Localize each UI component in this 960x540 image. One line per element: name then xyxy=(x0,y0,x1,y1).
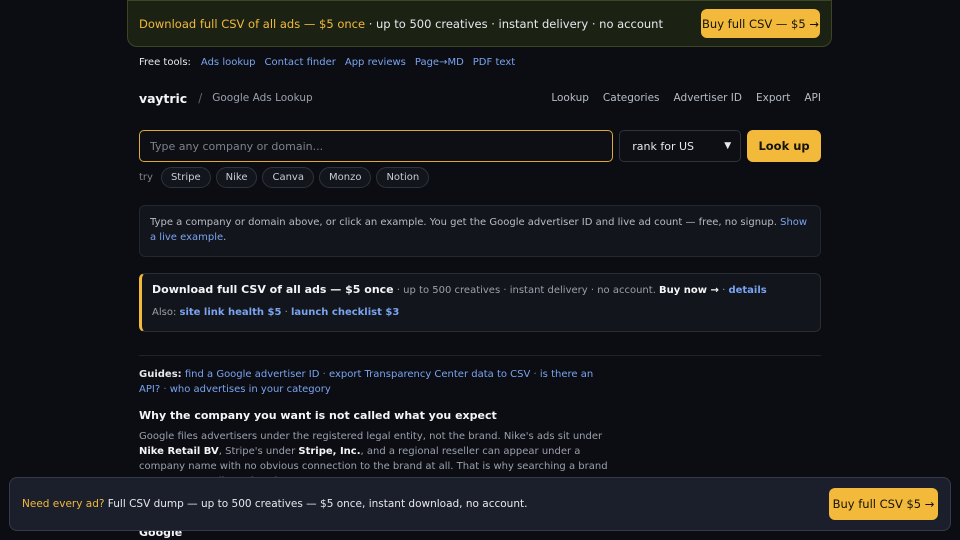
company-search-input[interactable] xyxy=(139,130,614,162)
sticky-promo-text: Need every ad? Full CSV dump — up to 500… xyxy=(22,498,829,510)
example-chip-stripe[interactable]: Stripe xyxy=(160,167,211,188)
try-label: try xyxy=(139,172,153,183)
example-chip-canva[interactable]: Canva xyxy=(262,167,314,188)
download-csv-title: Download full CSV of all ads — $5 once xyxy=(152,283,394,296)
section-divider xyxy=(139,355,821,356)
launch-checklist-link[interactable]: launch checklist $3 xyxy=(291,307,399,318)
nav-link-lookup[interactable]: Lookup xyxy=(551,92,589,104)
section-heading: Why the company you want is not called w… xyxy=(139,409,497,422)
also-sep: · xyxy=(281,307,291,318)
download-csv-meta: · up to 500 creatives · instant delivery… xyxy=(393,285,660,296)
free-tool-contact-finder[interactable]: Contact finder xyxy=(265,57,336,68)
info-box: Type a company or domain above, or click… xyxy=(139,205,821,257)
nav-link-categories[interactable]: Categories xyxy=(603,92,660,104)
free-tool-app-reviews[interactable]: App reviews xyxy=(345,57,406,68)
example-chip-notion[interactable]: Notion xyxy=(376,167,430,188)
download-sep: · xyxy=(718,285,729,296)
info-text: Type a company or domain above, or click… xyxy=(150,217,781,228)
top-promo-text: Download full CSV of all ads — $5 once ·… xyxy=(139,17,701,31)
sticky-promo-highlight: Need every ad? xyxy=(22,498,105,510)
also-line: Also: site link health $5 · launch check… xyxy=(152,307,809,318)
guides-line: Guides: find a Google advertiser ID · ex… xyxy=(139,369,594,395)
entity-nike: Nike Retail BV xyxy=(139,446,219,457)
buy-csv-sticky-button[interactable]: Buy full CSV $5 → xyxy=(829,488,938,520)
nav-link-advertiser-id[interactable]: Advertiser ID xyxy=(674,92,742,104)
nav-link-api[interactable]: API xyxy=(804,92,821,104)
top-promo-details: · up to 500 creatives · instant delivery… xyxy=(365,16,663,31)
details-link[interactable]: details xyxy=(728,285,766,296)
buy-now-link[interactable]: Buy now → xyxy=(659,285,719,296)
brand-logo[interactable]: vaytric xyxy=(139,91,187,106)
top-promo-banner: Download full CSV of all ads — $5 once ·… xyxy=(127,0,832,47)
country-rank-value: rank for US xyxy=(632,139,695,153)
search-row: rank for US ▼ Look up xyxy=(139,130,821,162)
download-csv-line: Download full CSV of all ads — $5 once ·… xyxy=(152,283,809,296)
free-tool-page-md[interactable]: Page→MD xyxy=(415,57,464,68)
free-tool-pdf-text[interactable]: PDF text xyxy=(473,57,515,68)
download-csv-box: Download full CSV of all ads — $5 once ·… xyxy=(139,273,821,332)
sticky-promo-bar: Need every ad? Full CSV dump — up to 500… xyxy=(9,477,951,531)
free-tool-ads-lookup[interactable]: Ads lookup xyxy=(201,57,256,68)
guides-label: Guides: xyxy=(139,369,182,380)
example-chip-nike[interactable]: Nike xyxy=(215,167,258,188)
also-label: Also: xyxy=(152,307,180,318)
nav-links: Lookup Categories Advertiser ID Export A… xyxy=(551,92,821,104)
chevron-down-icon: ▼ xyxy=(724,141,732,151)
info-end: . xyxy=(223,232,227,243)
nav-separator: / xyxy=(198,91,203,105)
page-subtitle: Google Ads Lookup xyxy=(212,92,313,104)
main-nav: vaytric / Google Ads Lookup Lookup Categ… xyxy=(139,90,821,106)
example-chips: try Stripe Nike Canva Monzo Notion xyxy=(139,167,430,188)
nav-link-export[interactable]: Export xyxy=(756,92,790,104)
lookup-button[interactable]: Look up xyxy=(747,130,821,162)
guide-link-advertiser-id[interactable]: find a Google advertiser ID xyxy=(185,369,320,380)
guide-link-category[interactable]: who advertises in your category xyxy=(170,384,331,395)
free-tools-bar: Free tools: Ads lookup Contact finder Ap… xyxy=(139,57,515,68)
top-promo-highlight: Download full CSV of all ads — $5 once xyxy=(139,16,366,31)
country-rank-select[interactable]: rank for US ▼ xyxy=(619,130,742,162)
site-link-health-link[interactable]: site link health $5 xyxy=(180,307,282,318)
entity-stripe: Stripe, Inc. xyxy=(298,446,361,457)
example-chip-monzo[interactable]: Monzo xyxy=(318,167,372,188)
guide-link-export-csv[interactable]: export Transparency Center data to CSV xyxy=(329,369,530,380)
free-tools-label: Free tools: xyxy=(139,57,191,68)
buy-csv-top-button[interactable]: Buy full CSV — $5 → xyxy=(701,9,820,38)
sticky-promo-details: Full CSV dump — up to 500 creatives — $5… xyxy=(104,498,528,510)
